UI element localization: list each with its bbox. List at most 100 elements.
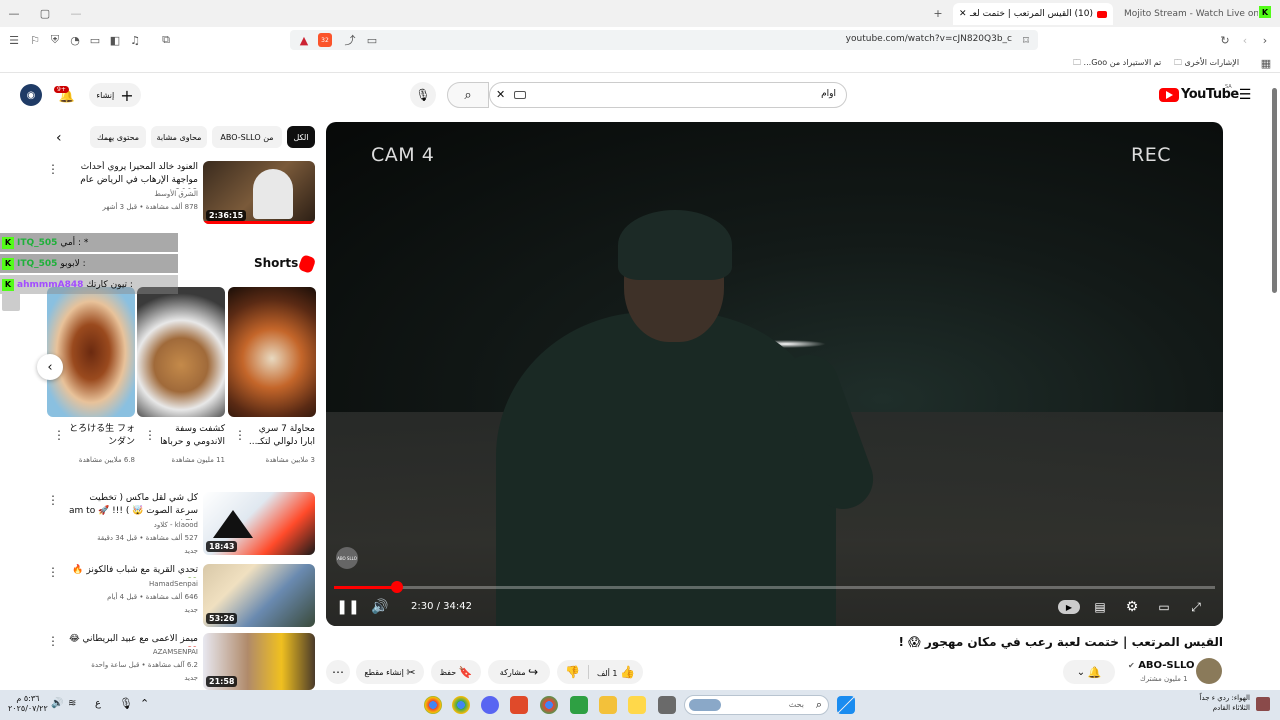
search-input[interactable]: ✕ اوام — [489, 82, 847, 108]
subscribed-button[interactable]: 🔔 ⌄ — [1063, 660, 1115, 684]
video-thumbnail[interactable]: 53:26 — [203, 564, 315, 627]
reading-list-icon[interactable]: ▭ — [87, 32, 103, 48]
screenshot-icon[interactable]: ⧉ — [158, 32, 174, 48]
music-icon[interactable]: ♫ — [127, 32, 143, 48]
microphone-tray-icon[interactable]: 🎙 — [119, 697, 133, 710]
video-player[interactable]: CAM 4 REC ABO SLLO ❚❚ 🔊 2:30 / 34:42 ▶ ▤… — [326, 122, 1223, 626]
tab-kick[interactable]: Mojito Stream - Watch Live on Kick — [1118, 3, 1258, 25]
leo-icon[interactable]: ⚐ — [27, 32, 43, 48]
page-scrollbar[interactable] — [1272, 88, 1277, 293]
shorts-scroll-left-button[interactable]: ‹ — [37, 354, 63, 380]
search-button[interactable]: ⌕ — [447, 82, 489, 108]
channel-name[interactable]: الشرق الأوسط — [66, 190, 198, 198]
channel-name-main[interactable]: ✔ ABO-SLLO — [1128, 660, 1194, 671]
forward-icon[interactable]: ‹ — [1237, 32, 1253, 48]
chrome-taskbar-icon[interactable] — [424, 696, 442, 714]
more-options-icon[interactable]: ⋮ — [47, 565, 59, 579]
tab-close-icon[interactable]: ✕ — [959, 9, 967, 19]
channel-avatar[interactable] — [1196, 658, 1222, 684]
short-title[interactable]: とろける生 フォンダン — [63, 423, 135, 449]
chip-similar[interactable]: محاوى مشابة — [151, 126, 207, 148]
clock[interactable]: ٥:٣٦ م ٢٠٢٥/٠٧/٢٢ — [8, 694, 48, 714]
video-title[interactable]: كل شي لقل ماكس ( تخطيت سرعة الصوت 🤯 ) !!… — [66, 492, 198, 520]
short-thumbnail[interactable] — [137, 287, 225, 417]
channel-watermark[interactable]: ABO SLLO — [336, 547, 358, 569]
wifi-icon[interactable]: ≋ — [68, 698, 76, 709]
video-title[interactable]: تحدي القرية مع شباب فالكونز 🔥 💚 — [66, 564, 198, 578]
more-actions-icon[interactable]: ⋯ — [326, 660, 350, 684]
tray-chevron-icon[interactable]: ⌃ — [140, 697, 149, 710]
speaker-icon[interactable]: 🔊 — [51, 698, 63, 709]
short-title[interactable]: محاولة 7 سري ابارا دلوالي لتكـ... — [243, 423, 315, 449]
channel-name[interactable]: HamadSenpai — [66, 580, 198, 588]
chrome-alt-taskbar-icon[interactable] — [452, 696, 470, 714]
short-thumbnail[interactable] — [228, 287, 316, 417]
guide-menu-icon[interactable]: ☰ — [1237, 87, 1253, 103]
chip-for-you[interactable]: محتوى يهمك — [90, 126, 146, 148]
file-explorer-icon[interactable] — [599, 696, 617, 714]
start-button-icon[interactable] — [837, 696, 855, 714]
more-options-icon[interactable]: ⋮ — [47, 493, 59, 507]
chrome-profile-taskbar-icon[interactable] — [540, 696, 558, 714]
back-icon[interactable]: › — [1257, 32, 1273, 48]
pause-icon[interactable]: ❚❚ — [336, 598, 359, 616]
channel-name[interactable]: AZAMSENPAI — [66, 648, 198, 656]
taskview-icon[interactable] — [658, 696, 676, 714]
video-thumbnail[interactable]: 18:43 — [203, 492, 315, 555]
store-icon[interactable] — [628, 696, 646, 714]
brave-shield-icon[interactable]: 32 — [318, 33, 332, 47]
autoplay-toggle[interactable]: ▶ — [1058, 600, 1080, 614]
share-button[interactable]: ↪ مشاركة — [488, 660, 550, 684]
avatar[interactable]: ◉ — [20, 84, 42, 106]
shield-icon[interactable]: ⛨ — [47, 32, 63, 48]
create-button[interactable]: إنشاء + — [89, 83, 141, 107]
chip-all[interactable]: الكل — [287, 126, 315, 148]
chip-scroll-left-icon[interactable]: ‹ — [56, 130, 62, 146]
settings-icon[interactable]: ⚙ — [1122, 598, 1142, 616]
keyboard-icon[interactable] — [514, 91, 526, 99]
more-options-icon[interactable]: ⋮ — [144, 428, 156, 442]
video-thumbnail[interactable]: 2:36:15 — [203, 161, 315, 224]
voice-search-button[interactable]: 🎙 — [410, 82, 436, 108]
more-options-icon[interactable]: ⋮ — [234, 428, 246, 442]
dislike-icon[interactable]: 👎 — [565, 665, 580, 679]
bookmarks-grid-icon[interactable]: ▦ — [1258, 55, 1274, 71]
weather-widget[interactable]: الهواء: ردي ء جداً الثلاثاء القادم — [1190, 693, 1250, 713]
subtitles-icon[interactable]: ▤ — [1090, 598, 1110, 616]
address-bar[interactable]: ▲ 32 ⤴ ▭ youtube.com/watch?v=cJN820Q3b_c… — [290, 30, 1038, 50]
new-tab-icon[interactable]: + — [930, 5, 946, 21]
language-indicator[interactable]: ع — [95, 698, 101, 709]
like-button[interactable]: 👍 1 ألف — [597, 665, 635, 679]
chip-from-channel[interactable]: من ABO-SLLO — [212, 126, 282, 148]
restore-icon[interactable]: ▢ — [37, 5, 53, 21]
clip-button[interactable]: ✂ إنشاء مقطع — [356, 660, 424, 684]
clear-search-icon[interactable]: ✕ — [496, 88, 505, 101]
fullscreen-icon[interactable]: ⤢ — [1186, 598, 1206, 616]
share-page-icon[interactable]: ⤴ — [342, 32, 358, 48]
app-taskbar-icon[interactable] — [510, 696, 528, 714]
tab-youtube[interactable]: (10) القيس المرتعب | ختمت لعـ ✕ — [953, 3, 1113, 25]
close-window-icon[interactable]: — — [68, 5, 84, 21]
bookmark-imported[interactable]: تم الاستيراد من Goo... 🗀 — [1073, 57, 1161, 71]
volume-icon[interactable]: 🔊 — [370, 598, 390, 616]
taskbar-search[interactable]: بحث ⌕ — [684, 695, 829, 715]
video-title[interactable]: ميمز الاعمى مع عبيد البريطاني 😂💔!! — [66, 633, 198, 647]
sidebar-icon[interactable]: ◧ — [107, 32, 123, 48]
more-options-icon[interactable]: ⋮ — [53, 428, 65, 442]
progress-track[interactable] — [334, 586, 1215, 589]
bookmark-other[interactable]: الإشارات الأخرى 🗀 — [1174, 57, 1239, 71]
channel-name[interactable]: klaood - كلاود — [66, 521, 198, 529]
menu-icon[interactable]: ☰ — [6, 32, 22, 48]
reload-icon[interactable]: ↻ — [1217, 32, 1233, 48]
youtube-logo-icon[interactable] — [1159, 88, 1179, 102]
more-options-icon[interactable]: ⋮ — [47, 634, 59, 648]
cast-icon[interactable]: ▭ — [364, 32, 380, 48]
short-title[interactable]: كشفت وسفة الاندومي و حرباها — [153, 423, 225, 449]
video-thumbnail[interactable]: 21:58 — [203, 633, 315, 690]
brave-rewards-icon[interactable]: ▲ — [296, 32, 312, 48]
bookmark-icon[interactable]: ⌑ — [1018, 32, 1034, 48]
save-button[interactable]: 🔖 حفظ — [431, 660, 481, 684]
wallet-icon[interactable]: ◔ — [67, 32, 83, 48]
greenapp-taskbar-icon[interactable] — [570, 696, 588, 714]
more-options-icon[interactable]: ⋮ — [47, 162, 59, 176]
